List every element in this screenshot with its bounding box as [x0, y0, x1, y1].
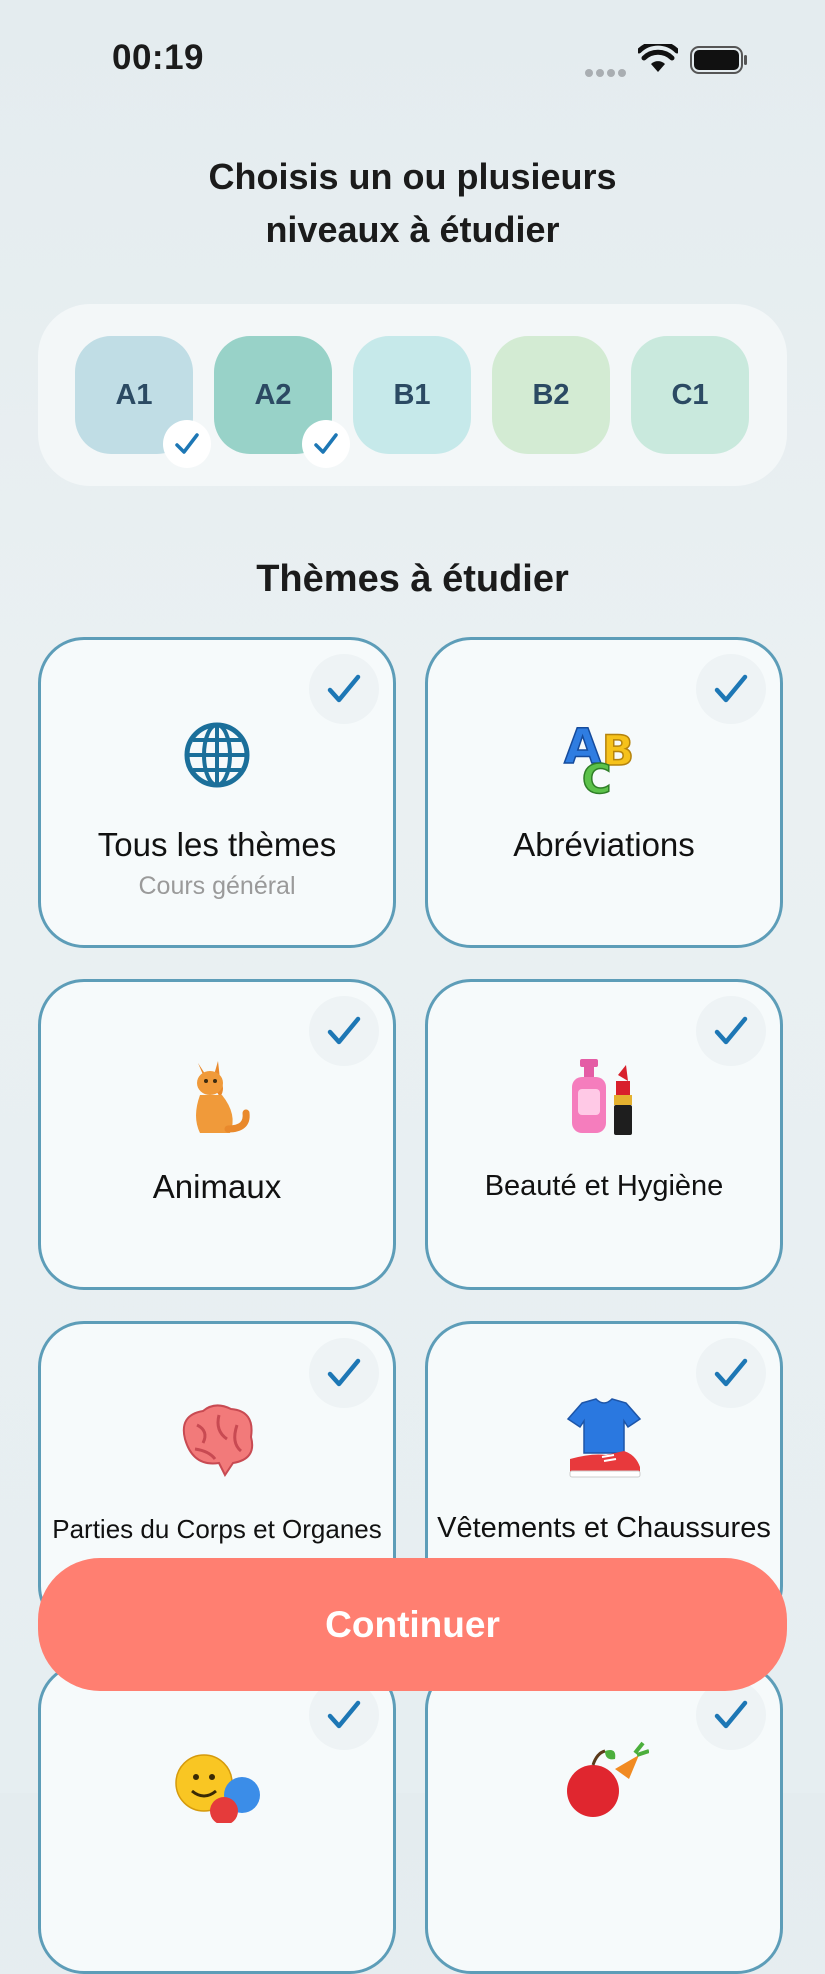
theme-label: Vêtements et Chaussures — [437, 1512, 771, 1544]
check-icon — [302, 420, 350, 468]
theme-card-animaux[interactable]: Animaux — [38, 979, 396, 1290]
check-icon — [163, 420, 211, 468]
apple-carrot-icon — [428, 1740, 780, 1822]
level-chip-c1[interactable]: C1 — [631, 336, 749, 454]
wifi-icon — [638, 44, 678, 72]
theme-label: Abréviations — [513, 826, 695, 863]
cat-icon — [41, 1056, 393, 1138]
theme-subtitle: Cours général — [138, 872, 296, 900]
theme-card-nourriture[interactable] — [425, 1663, 783, 1974]
theme-label: Tous les thèmes — [97, 826, 337, 863]
levels-panel: A1 A2 B1 B2 C1 — [38, 304, 787, 486]
theme-label: Beauté et Hygiène — [484, 1170, 724, 1202]
level-chip-label: C1 — [671, 378, 709, 411]
theme-card-emotions[interactable] — [38, 1663, 396, 1974]
continue-button[interactable]: Continuer — [38, 1558, 787, 1691]
abc-letters-icon: A B C — [428, 714, 780, 797]
theme-label: Parties du Corps et Organes — [52, 1514, 382, 1544]
status-time: 00:19 — [112, 38, 205, 77]
svg-text:C: C — [582, 757, 611, 797]
level-chip-label: B1 — [393, 378, 431, 411]
level-chip-a2[interactable]: A2 — [214, 336, 350, 468]
level-chip-a1[interactable]: A1 — [75, 336, 211, 468]
brain-icon — [41, 1398, 393, 1480]
cellular-signal-icon — [585, 64, 629, 77]
emotion-faces-icon — [41, 1740, 393, 1823]
levels-title: Choisis un ou plusieurs niveaux à étudie… — [0, 150, 825, 256]
theme-card-beaute-hygiene[interactable]: Beauté et Hygiène — [425, 979, 783, 1290]
shirt-sneaker-icon — [428, 1398, 780, 1480]
globe-icon — [41, 714, 393, 796]
levels-title-line2: niveaux à étudier — [265, 209, 560, 250]
level-chip-label: A2 — [254, 378, 292, 411]
battery-icon — [690, 46, 747, 74]
lotion-lipstick-icon — [428, 1056, 780, 1138]
theme-label: Animaux — [152, 1168, 282, 1205]
level-chip-label: B2 — [532, 378, 570, 411]
theme-card-tous-les-themes[interactable]: Tous les thèmes Cours général — [38, 637, 396, 948]
levels-title-line1: Choisis un ou plusieurs — [208, 156, 617, 197]
level-chip-b1[interactable]: B1 — [353, 336, 471, 454]
theme-card-abreviations[interactable]: A B C Abréviations — [425, 637, 783, 948]
level-chip-b2[interactable]: B2 — [492, 336, 610, 454]
level-chip-label: A1 — [115, 378, 153, 411]
status-bar: 00:19 — [0, 0, 825, 120]
themes-title: Thèmes à étudier — [256, 558, 569, 600]
